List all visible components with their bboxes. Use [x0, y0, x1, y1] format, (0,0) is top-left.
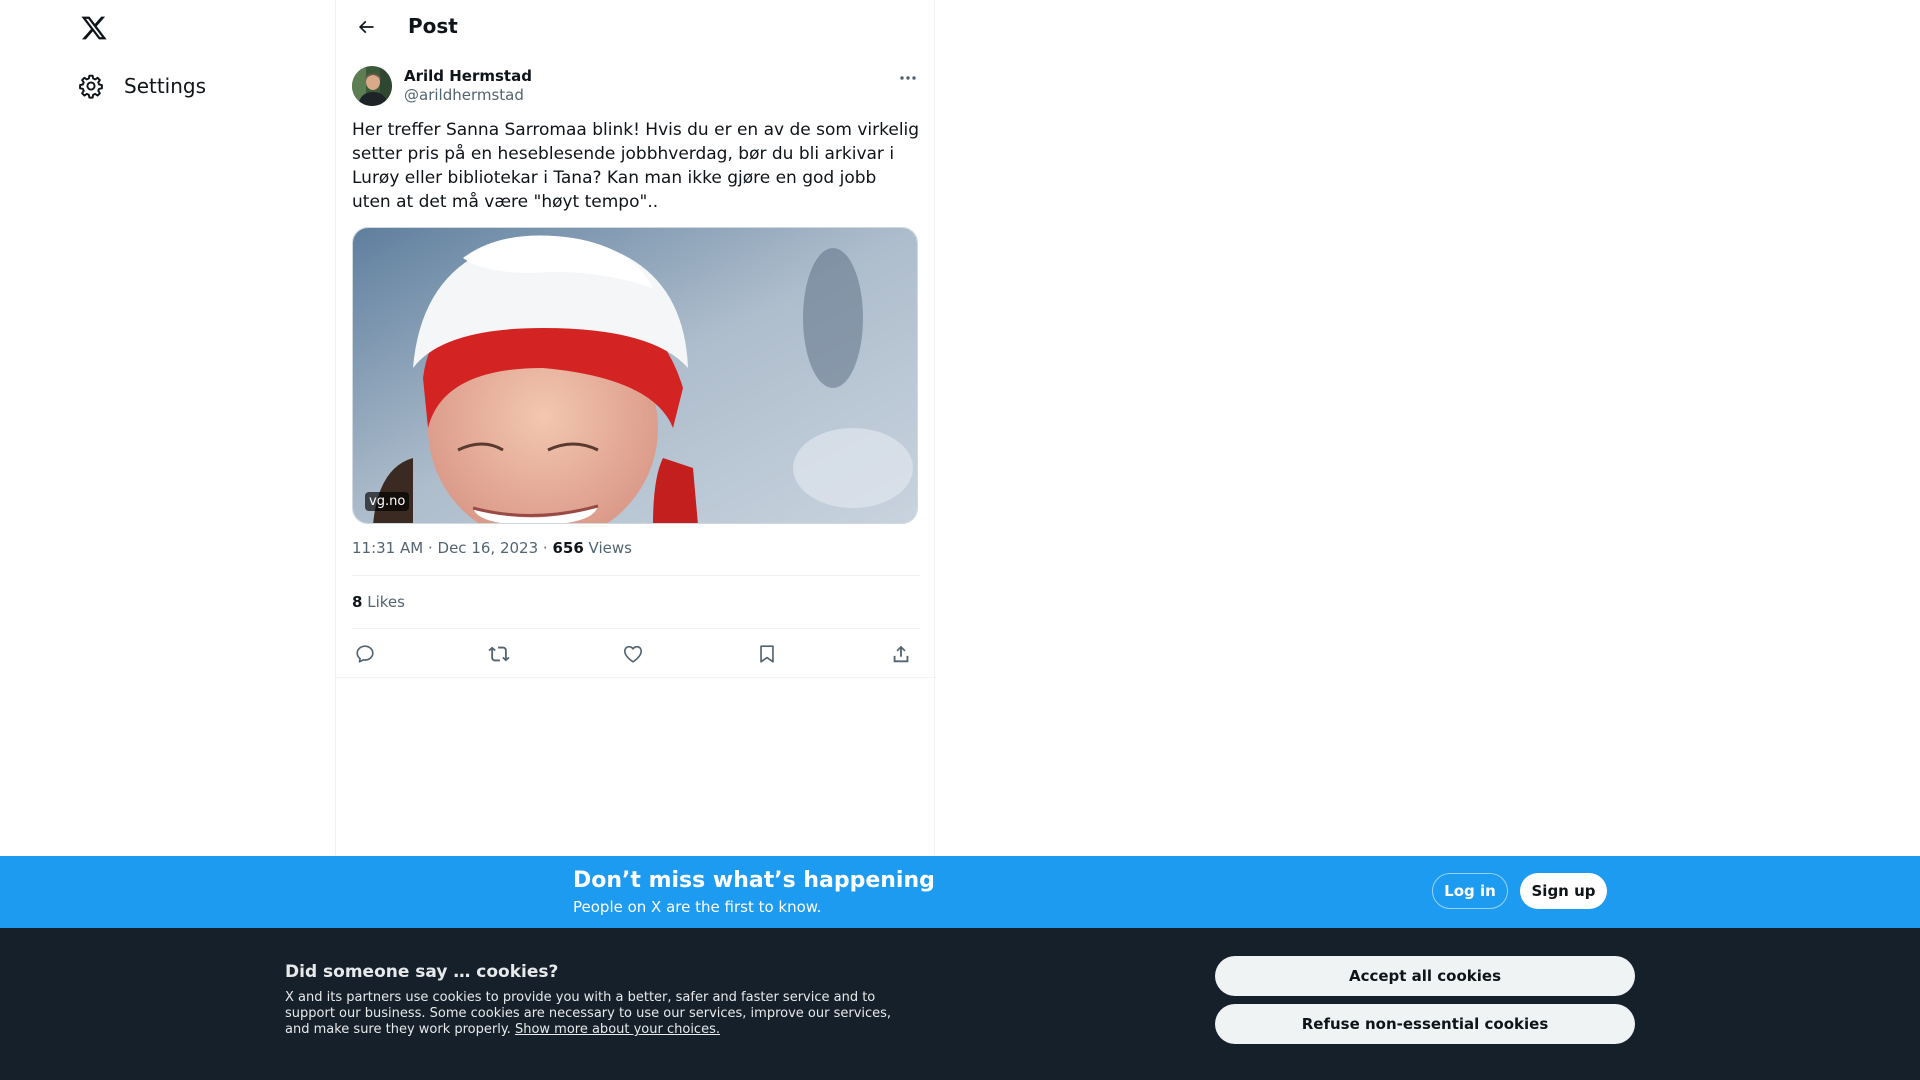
divider — [352, 628, 920, 629]
login-button[interactable]: Log in — [1432, 873, 1508, 909]
page-title: Post — [408, 14, 458, 38]
cookie-text: X and its partners use cookies to provid… — [285, 990, 915, 1038]
share-icon — [893, 645, 909, 663]
more-options-button[interactable] — [896, 68, 920, 88]
post-author: Arild Hermstad @arildhermstad — [352, 66, 920, 106]
x-logo-icon[interactable] — [78, 12, 110, 44]
share-button[interactable] — [888, 641, 914, 667]
separator-dot: · — [427, 539, 438, 557]
cookie-title: Did someone say … cookies? — [285, 962, 559, 982]
arrow-left-icon — [358, 20, 374, 34]
divider — [352, 575, 920, 576]
author-name[interactable]: Arild Hermstad — [404, 67, 532, 85]
more-icon — [900, 76, 916, 80]
signup-subtitle: People on X are the first to know. — [573, 898, 822, 916]
like-icon — [623, 645, 643, 663]
post-date[interactable]: Dec 16, 2023 — [438, 539, 539, 557]
reply-icon — [356, 645, 374, 663]
post-text: Her treffer Sanna Sarromaa blink! Hvis d… — [352, 120, 920, 212]
cookie-more-link[interactable]: Show more about your choices. — [515, 1022, 720, 1037]
back-button[interactable] — [350, 11, 382, 43]
settings-label: Settings — [124, 74, 207, 98]
post-meta: 11:31 AM · Dec 16, 2023 · 656 Views — [352, 539, 632, 557]
refuse-cookies-button[interactable]: Refuse non-essential cookies — [1215, 1004, 1635, 1044]
signup-banner: Don’t miss what’s happening People on X … — [0, 856, 1920, 928]
post-time[interactable]: 11:31 AM — [352, 539, 423, 557]
divider — [336, 677, 936, 678]
post-media-card[interactable]: vg.no — [352, 227, 918, 524]
nav-settings-link[interactable]: Settings — [78, 68, 206, 104]
avatar[interactable] — [352, 66, 392, 106]
signup-button[interactable]: Sign up — [1520, 873, 1607, 909]
gear-icon — [78, 73, 104, 99]
author-handle[interactable]: @arildhermstad — [404, 86, 524, 104]
repost-button[interactable] — [486, 641, 512, 667]
media-source-tag: vg.no — [365, 492, 410, 511]
bookmark-button[interactable] — [754, 641, 780, 667]
views-count: 656 — [552, 539, 584, 557]
accept-cookies-button[interactable]: Accept all cookies — [1215, 956, 1635, 996]
bookmark-icon — [760, 645, 774, 663]
repost-icon — [488, 646, 510, 662]
likes-label: Likes — [367, 593, 405, 611]
post-actions — [352, 641, 920, 667]
post-image — [353, 228, 917, 523]
post-header: Post — [336, 0, 934, 53]
signup-title: Don’t miss what’s happening — [573, 868, 935, 893]
likes-count: 8 — [352, 593, 363, 611]
like-button[interactable] — [620, 641, 646, 667]
likes-link[interactable]: 8 Likes — [352, 593, 405, 611]
cookie-banner: Did someone say … cookies? X and its par… — [0, 928, 1920, 1080]
reply-button[interactable] — [352, 641, 378, 667]
views-label: Views — [588, 539, 632, 557]
